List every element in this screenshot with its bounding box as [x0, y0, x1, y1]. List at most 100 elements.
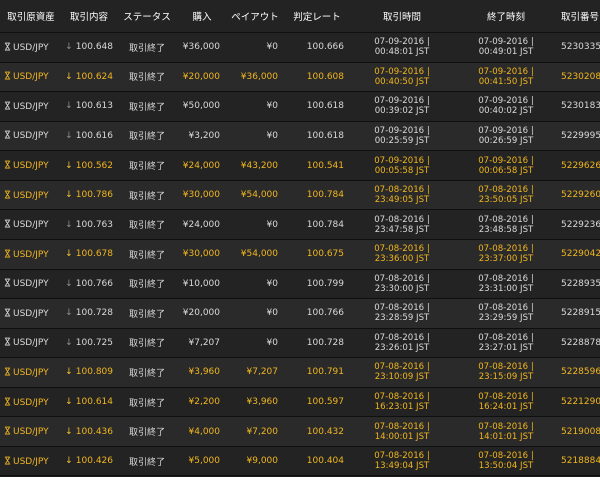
rate-cell: 100.784 [306, 219, 344, 230]
payout-cell: ¥3,960 [246, 397, 279, 408]
end-time-date: 07-08-2016 | [478, 332, 534, 343]
asset-label: USD/JPY [13, 161, 49, 172]
asset-label: USD/JPY [13, 279, 49, 290]
trade-id-cell: 52212905 [561, 397, 600, 408]
table-row: USD/JPY ↓ 100.616 取引終了 ¥3,200 ¥0 100.618 07-09-… [0, 121, 600, 152]
end-time-date: 07-08-2016 | [478, 362, 534, 373]
asset-label: USD/JPY [13, 397, 49, 408]
direction-value: 100.624 [75, 71, 113, 82]
asset-cell: USD/JPY [0, 101, 62, 112]
asset-label: USD/JPY [13, 308, 49, 319]
asset-label: USD/JPY [13, 42, 49, 53]
rate-cell: 100.766 [306, 308, 344, 319]
end-time-clock: 23:37:00 JST [478, 254, 534, 265]
asset-label: USD/JPY [13, 338, 49, 349]
trade-id-cell: 52289155 [561, 308, 600, 319]
direction-cell: ↓ 100.763 [62, 220, 116, 230]
buy-cell: ¥4,000 [188, 426, 221, 437]
payout-cell: ¥0 [266, 278, 278, 289]
trade-time-cell: 07-08-2016 | 14:00:01 JST [350, 422, 454, 442]
trade-time-cell: 07-09-2016 | 00:40:50 JST [350, 67, 454, 87]
trade-time-date: 07-08-2016 | [374, 303, 430, 314]
trade-time-clock: 23:30:00 JST [374, 283, 430, 294]
trade-time-date: 07-08-2016 | [374, 332, 430, 343]
asset-cell: USD/JPY [0, 367, 62, 378]
hourglass-icon [4, 337, 11, 346]
down-arrow-icon: ↓ [65, 456, 73, 467]
payout-cell: ¥54,000 [240, 249, 278, 260]
direction-cell: ↓ 100.436 [62, 427, 116, 437]
end-time-date: 07-09-2016 | [478, 125, 534, 136]
direction-value: 100.728 [75, 308, 113, 319]
payout-cell: ¥43,200 [240, 160, 278, 171]
trade-time-cell: 07-09-2016 | 00:39:02 JST [350, 96, 454, 116]
end-time-clock: 23:31:00 JST [478, 283, 534, 294]
buy-cell: ¥3,960 [188, 367, 221, 378]
trade-time-clock: 23:47:58 JST [374, 224, 430, 235]
table-row: USD/JPY ↓ 100.786 取引終了 ¥30,000 ¥54,000 100.784… [0, 180, 600, 211]
direction-cell: ↓ 100.613 [62, 101, 116, 111]
trade-time-cell: 07-08-2016 | 13:49:04 JST [350, 451, 454, 471]
hourglass-icon [4, 131, 11, 139]
payout-cell: ¥0 [266, 42, 278, 53]
direction-value: 100.426 [75, 456, 113, 467]
buy-cell: ¥24,000 [182, 160, 220, 171]
trade-id-cell: 52190085 [561, 426, 600, 437]
asset-label: USD/JPY [13, 456, 49, 467]
payout-cell: ¥0 [266, 219, 278, 230]
direction-value: 100.436 [75, 426, 113, 437]
end-time-date: 07-08-2016 | [478, 392, 534, 403]
end-time-date: 07-08-2016 | [478, 185, 534, 196]
direction-value: 100.725 [75, 337, 113, 348]
trade-id-cell: 52289351 [561, 278, 600, 289]
trade-time-cell: 07-09-2016 | 00:05:58 JST [350, 156, 454, 176]
trade-time-clock: 00:25:59 JST [374, 135, 430, 146]
end-time-date: 07-08-2016 | [478, 244, 534, 255]
down-arrow-icon: ↓ [65, 130, 73, 141]
direction-value: 100.766 [75, 278, 113, 289]
header-end-time: 終了時刻 [486, 12, 525, 23]
end-time-clock: 14:01:01 JST [478, 431, 534, 442]
trade-time-clock: 23:28:59 JST [374, 313, 430, 324]
header-direction: 取引内容 [69, 12, 108, 23]
end-time-cell: 07-09-2016 | 00:26:59 JST [454, 126, 558, 146]
end-time-date: 07-08-2016 | [478, 273, 534, 284]
trade-time-clock: 00:39:02 JST [374, 106, 430, 117]
trade-time-cell: 07-08-2016 | 23:26:01 JST [350, 333, 454, 353]
table-row: USD/JPY ↓ 100.648 取引終了 ¥36,000 ¥0 100.666 07-09… [0, 33, 600, 63]
trade-time-clock: 00:48:01 JST [374, 47, 430, 58]
payout-cell: ¥7,200 [246, 426, 279, 437]
rate-cell: 100.618 [306, 130, 344, 141]
status-cell: 取引終了 [128, 73, 165, 84]
end-time-date: 07-08-2016 | [478, 303, 534, 314]
asset-cell: USD/JPY [0, 130, 62, 141]
trade-id-cell: 52302089 [561, 71, 600, 82]
end-time-cell: 07-09-2016 | 00:41:50 JST [454, 67, 558, 87]
asset-cell: USD/JPY [0, 308, 62, 319]
table-row: USD/JPY ↓ 100.436 取引終了 ¥4,000 ¥7,200 100.432 07… [0, 417, 600, 447]
end-time-clock: 23:29:59 JST [478, 313, 534, 324]
trade-time-clock: 23:10:09 JST [374, 372, 430, 383]
direction-cell: ↓ 100.786 [62, 190, 116, 200]
direction-value: 100.786 [75, 190, 113, 201]
down-arrow-icon: ↓ [65, 160, 73, 171]
end-time-date: 07-09-2016 | [478, 96, 534, 107]
trade-id-cell: 52303359 [561, 42, 600, 53]
status-cell: 取引終了 [128, 102, 165, 113]
asset-cell: USD/JPY [0, 219, 62, 230]
end-time-date: 07-08-2016 | [478, 214, 534, 225]
direction-cell: ↓ 100.562 [62, 161, 116, 171]
end-time-cell: 07-08-2016 | 23:37:00 JST [454, 244, 558, 264]
direction-cell: ↓ 100.624 [62, 72, 116, 82]
buy-cell: ¥7,207 [188, 337, 221, 348]
end-time-cell: 07-08-2016 | 16:24:01 JST [454, 392, 558, 412]
end-time-date: 07-09-2016 | [478, 37, 534, 48]
direction-value: 100.616 [75, 130, 113, 141]
hourglass-icon [4, 367, 11, 376]
trade-time-cell: 07-09-2016 | 00:48:01 JST [350, 37, 454, 57]
trade-time-date: 07-08-2016 | [374, 451, 430, 462]
trade-id-cell: 52288782 [561, 337, 600, 348]
hourglass-icon [4, 249, 11, 258]
status-cell: 取引終了 [128, 162, 165, 173]
end-time-clock: 23:48:58 JST [478, 224, 534, 235]
